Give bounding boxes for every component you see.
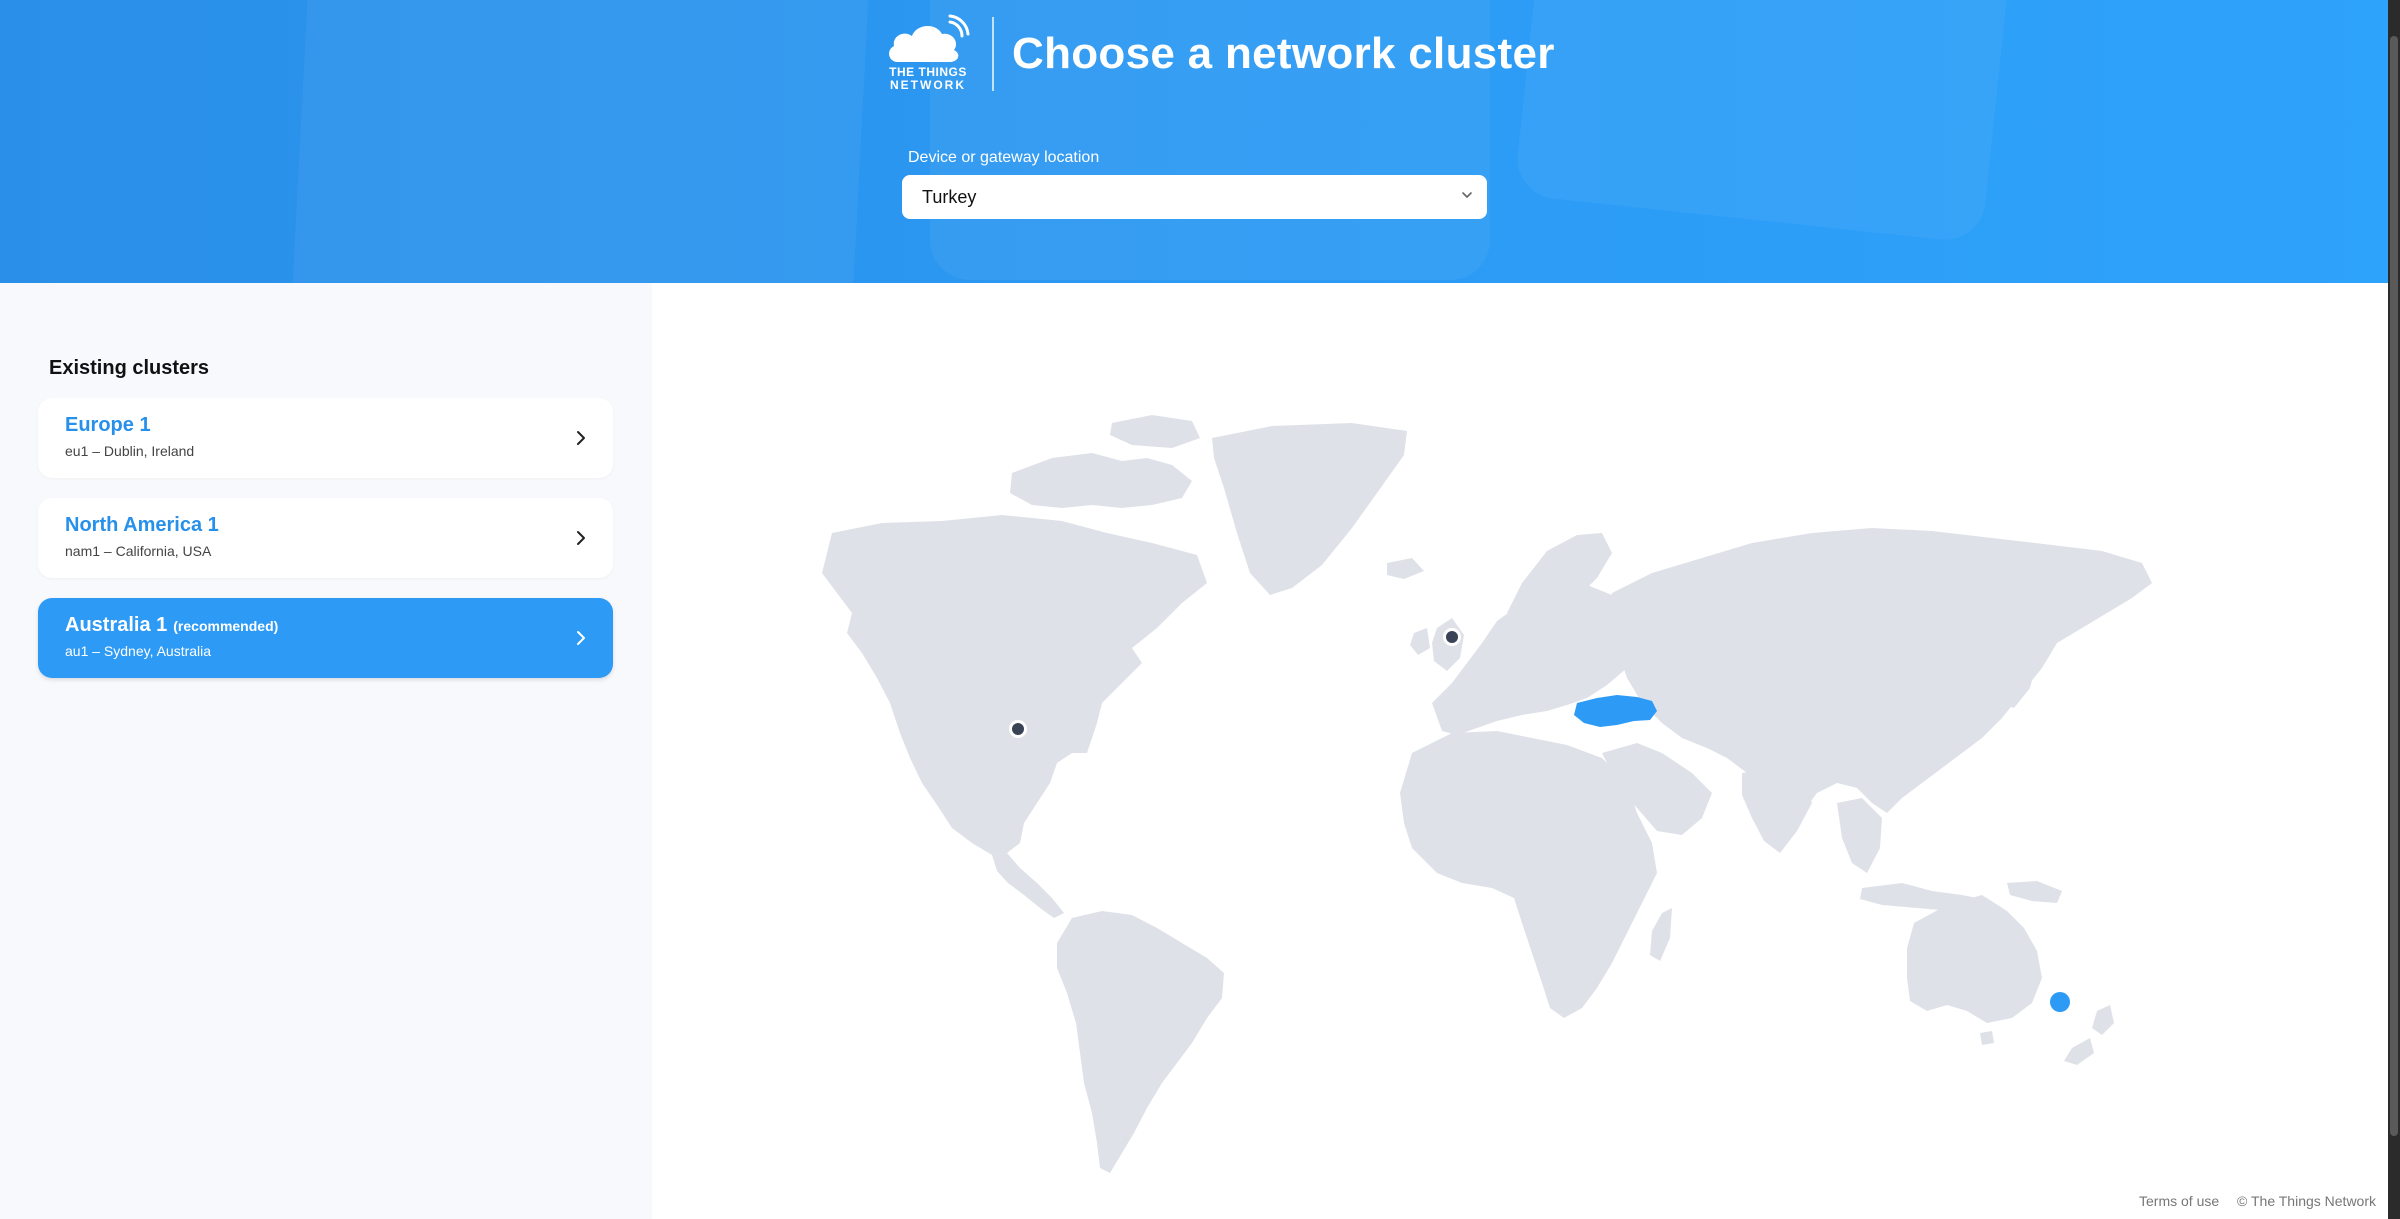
header-divider	[992, 17, 994, 91]
bg-shape	[1513, 0, 2017, 244]
chevron-down-icon	[1462, 192, 1472, 198]
cluster-name: North America 1	[65, 514, 219, 536]
land-australia	[1907, 895, 2042, 1023]
marker-sydney[interactable]	[2048, 990, 2072, 1014]
cluster-card-australia-1[interactable]: Australia 1 (recommended) au1 – Sydney, A…	[38, 598, 613, 678]
bg-shape	[289, 0, 871, 283]
land-new-guinea	[2007, 881, 2062, 903]
logo-wordmark: THE THINGS NETWORK	[889, 65, 967, 92]
land-arctic-islands	[1110, 415, 1200, 448]
copyright-text: © The Things Network	[2237, 1193, 2376, 1209]
land-south-america	[1057, 911, 1224, 1173]
land-southeast-asia	[1837, 798, 1882, 873]
land-central-america	[992, 853, 1064, 918]
location-label: Device or gateway location	[908, 149, 1100, 166]
scrollbar[interactable]	[2388, 0, 2400, 1219]
land-arctic-islands	[1010, 453, 1192, 508]
page-title: Choose a network cluster	[1012, 29, 1555, 78]
recommended-badge: (recommended)	[173, 618, 279, 634]
land-new-zealand	[2092, 1005, 2114, 1035]
land-north-america	[822, 515, 1207, 855]
country-turkey-highlight	[1574, 695, 1657, 727]
cluster-card-north-america-1[interactable]: North America 1 nam1 – California, USA	[38, 498, 613, 578]
brand: THE THINGS NETWORK Choose a network clus…	[884, 14, 1555, 94]
chevron-right-icon	[577, 431, 585, 445]
cluster-name: Australia 1 (recommended)	[65, 614, 586, 637]
land-iceland	[1387, 558, 1424, 579]
cluster-sidebar: Existing clusters Europe 1 eu1 – Dublin,…	[0, 283, 652, 1219]
marker-dublin[interactable]	[1443, 628, 1461, 646]
location-select-value: Turkey	[922, 186, 977, 207]
header-banner: THE THINGS NETWORK Choose a network clus…	[0, 0, 2388, 283]
chevron-right-icon	[577, 531, 585, 545]
land-greenland	[1212, 423, 1407, 595]
section-title: Existing clusters	[49, 357, 210, 379]
ttn-cloud-logo-icon[interactable]: THE THINGS NETWORK	[884, 14, 972, 94]
cluster-name-text: Australia 1	[65, 614, 168, 636]
cluster-location: au1 – Sydney, Australia	[65, 643, 212, 659]
location-select[interactable]: Turkey	[902, 175, 1487, 219]
scrollbar-thumb[interactable]	[2390, 36, 2398, 1136]
cluster-location: eu1 – Dublin, Ireland	[65, 443, 195, 459]
world-map	[652, 283, 2388, 1219]
cluster-location: nam1 – California, USA	[65, 543, 212, 559]
marker-california[interactable]	[1009, 720, 1027, 738]
land-madagascar	[1650, 908, 1672, 961]
land-tasmania	[1980, 1031, 1994, 1045]
land-india	[1742, 768, 1812, 853]
cluster-name: Europe 1	[65, 414, 151, 436]
world-map-svg	[822, 415, 2152, 1173]
land-new-zealand	[2064, 1038, 2094, 1065]
terms-link[interactable]: Terms of use	[2139, 1193, 2219, 1209]
footer: Terms of use © The Things Network	[2125, 1193, 2376, 1209]
chevron-right-icon	[577, 631, 585, 645]
cluster-card-europe-1[interactable]: Europe 1 eu1 – Dublin, Ireland	[38, 398, 613, 478]
land-ireland	[1410, 628, 1430, 655]
